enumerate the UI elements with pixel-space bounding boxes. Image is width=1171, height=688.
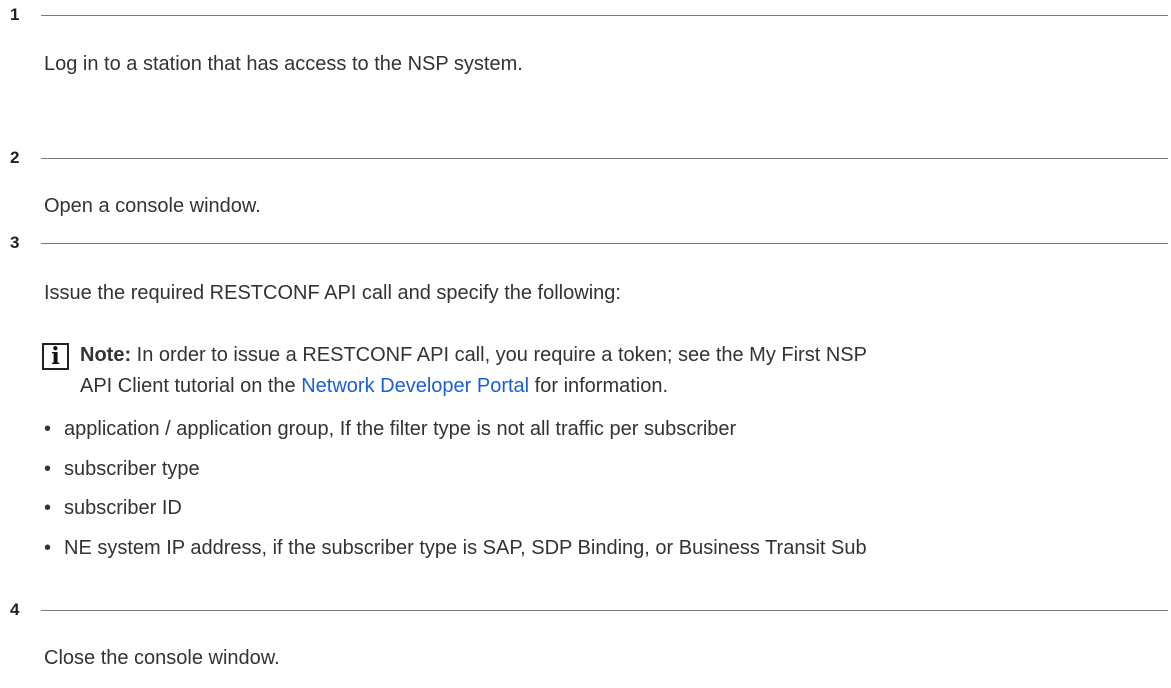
note-line-1: Note: In order to issue a RESTCONF API c…	[80, 342, 867, 368]
note-text-continued: API Client tutorial on the	[80, 375, 302, 397]
network-developer-portal-link[interactable]: Network Developer Portal	[301, 375, 529, 397]
step-number: 1	[10, 5, 20, 24]
info-icon: i	[42, 343, 69, 370]
note-text: In order to issue a RESTCONF API call, y…	[136, 344, 867, 366]
step-1-header: 1	[10, 5, 1168, 25]
list-item-text: application / application group, If the …	[64, 418, 737, 440]
bullet-icon: •	[44, 537, 52, 559]
bullet-icon: •	[44, 458, 52, 480]
step-4-header: 4	[10, 600, 1168, 620]
step-4-text: Close the console window.	[44, 647, 280, 669]
list-item: • subscriber ID	[44, 495, 182, 521]
list-item-text: subscriber type	[64, 458, 200, 480]
step-2-header: 2	[10, 148, 1168, 168]
list-item-text: NE system IP address, if the subscriber …	[64, 537, 867, 559]
list-item: • NE system IP address, if the subscriber…	[44, 535, 867, 561]
bullet-icon: •	[44, 497, 52, 519]
step-divider	[41, 158, 1168, 159]
step-3-header: 3	[10, 233, 1168, 253]
note-line-2: API Client tutorial on the Network Devel…	[80, 373, 668, 399]
step-number: 3	[10, 233, 20, 252]
list-item: • application / application group, If the…	[44, 416, 736, 442]
step-number: 2	[10, 148, 20, 167]
bullet-icon: •	[44, 418, 52, 440]
list-item-text: subscriber ID	[64, 497, 182, 519]
step-divider	[41, 610, 1168, 611]
step-divider	[41, 243, 1168, 244]
step-number: 4	[10, 600, 20, 619]
step-1-text: Log in to a station that has access to t…	[44, 53, 523, 75]
note-label: Note:	[80, 344, 132, 366]
note-text-end: for information.	[529, 375, 669, 397]
step-3-text: Issue the required RESTCONF API call and…	[44, 282, 621, 304]
list-item: • subscriber type	[44, 456, 200, 482]
step-2-text: Open a console window.	[44, 195, 261, 217]
step-divider	[41, 15, 1168, 16]
